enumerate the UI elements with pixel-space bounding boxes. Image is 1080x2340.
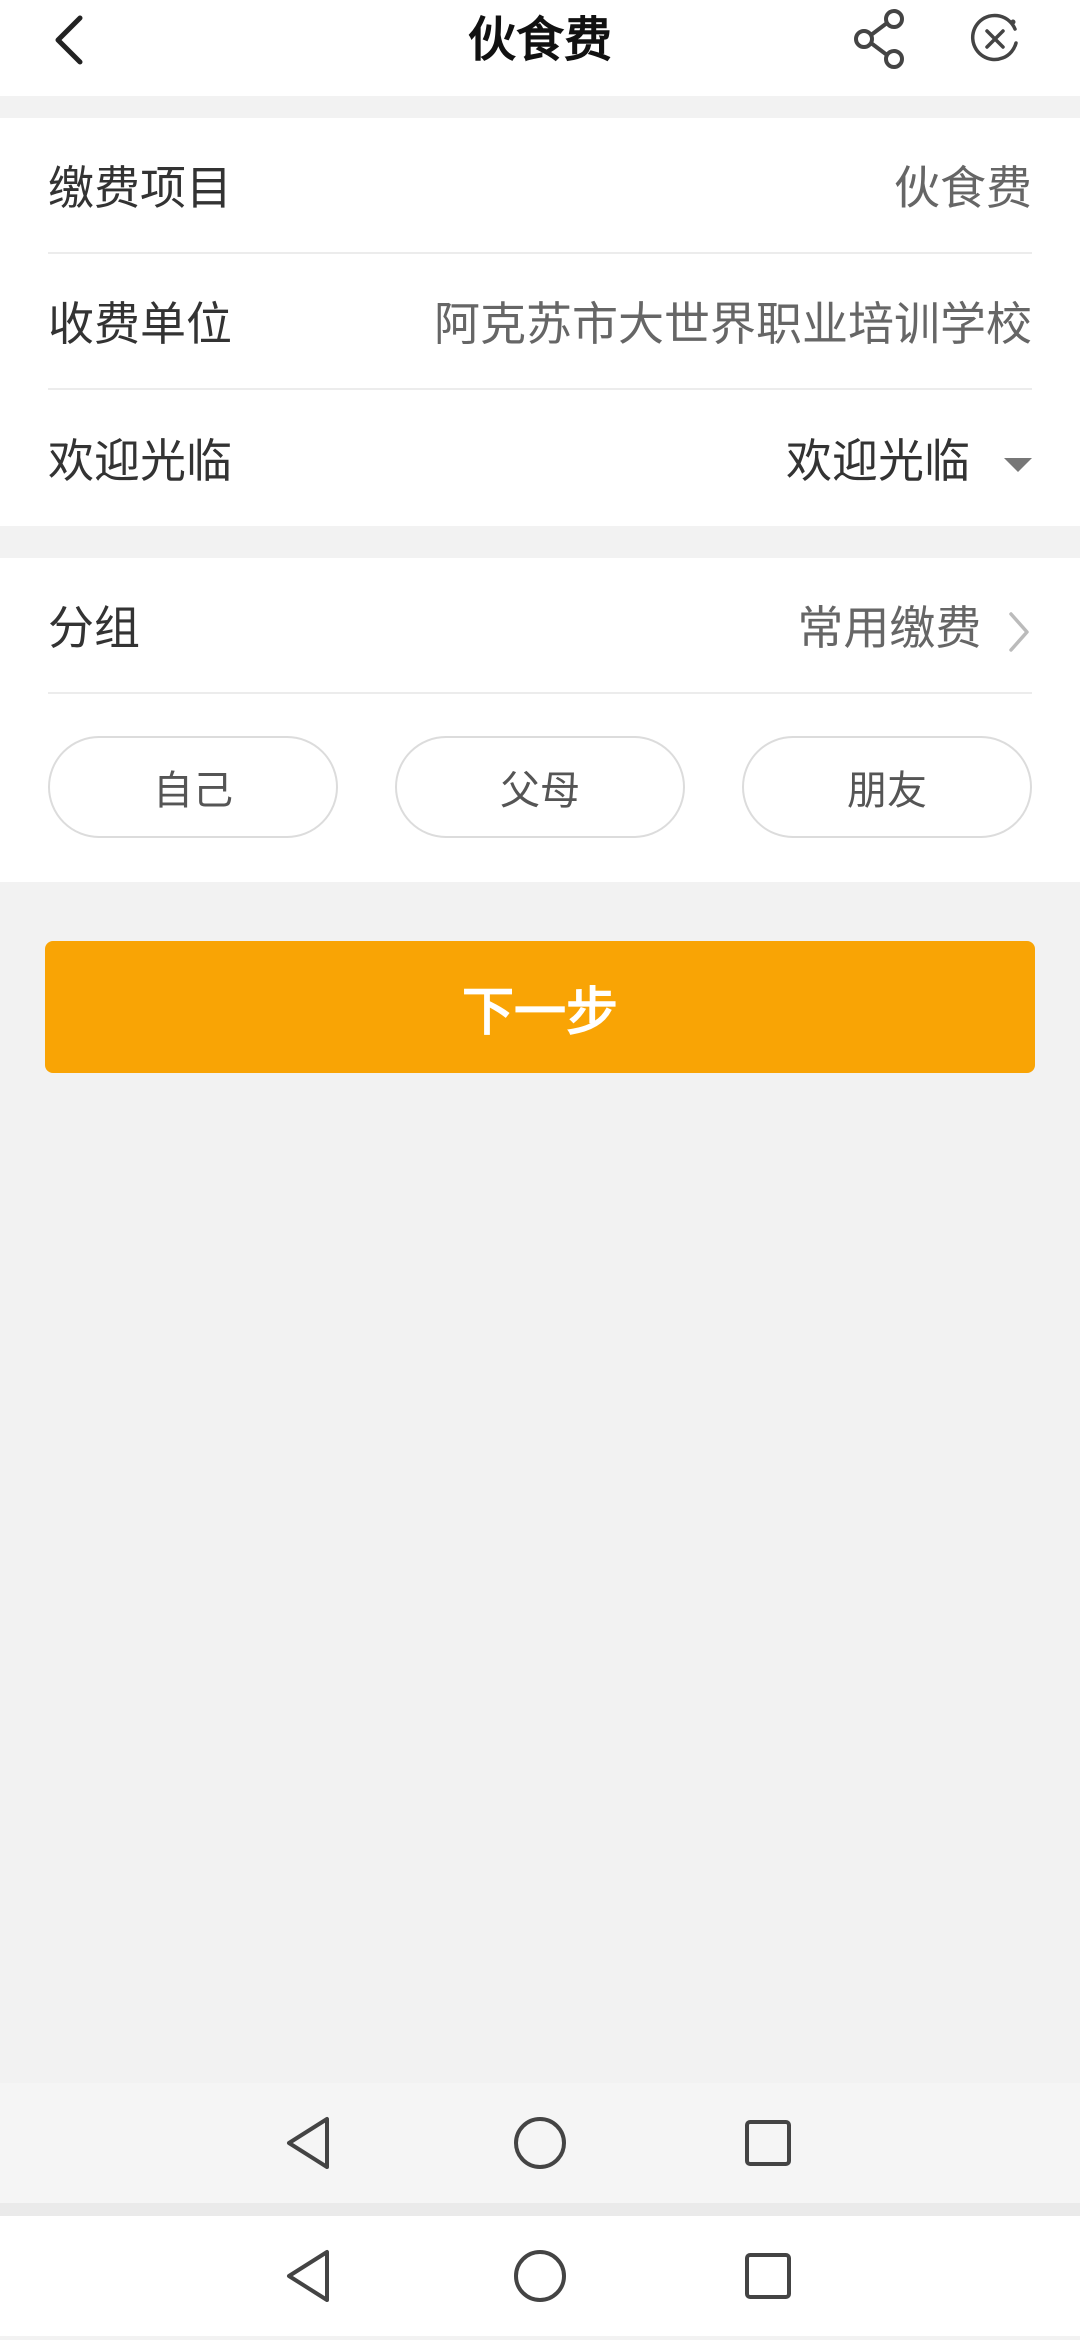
nav-recents-icon xyxy=(745,2253,791,2299)
payment-item-value: 伙食费 xyxy=(894,161,1032,215)
nav-back-icon xyxy=(287,2117,329,2169)
chip-parents[interactable]: 父母 xyxy=(395,736,685,838)
chevron-right-icon xyxy=(1009,611,1029,652)
group-card: 分组 常用缴费 自己 父母 朋友 xyxy=(0,558,1080,882)
nav-back-button[interactable] xyxy=(268,2236,348,2316)
close-circle-icon xyxy=(971,13,1018,62)
payee-value: 阿克苏市大世界职业培训学校 xyxy=(434,297,1032,351)
payment-item-label: 缴费项目 xyxy=(48,161,232,215)
next-step-button[interactable]: 下一步 xyxy=(45,941,1035,1073)
nav-home-icon xyxy=(514,2250,566,2302)
share-button[interactable] xyxy=(845,4,915,74)
payment-item-row: 缴费项目 伙食费 xyxy=(48,118,1032,254)
nav-home-icon xyxy=(514,2117,566,2169)
nav-home-button[interactable] xyxy=(500,2236,580,2316)
welcome-label: 欢迎光临 xyxy=(48,434,232,488)
welcome-select-value: 欢迎光临 xyxy=(786,434,970,488)
payee-row: 收费单位 阿克苏市大世界职业培训学校 xyxy=(48,254,1032,390)
welcome-select-row[interactable]: 欢迎光临 欢迎光临 xyxy=(48,390,1032,526)
share-icon xyxy=(854,9,904,69)
nav-recents-button[interactable] xyxy=(728,2103,808,2183)
group-row[interactable]: 分组 常用缴费 xyxy=(48,558,1032,694)
welcome-select[interactable]: 欢迎光临 xyxy=(786,425,1032,491)
nav-recents-icon xyxy=(745,2120,791,2166)
system-nav-bar xyxy=(0,2083,1080,2203)
group-value-link[interactable]: 常用缴费 xyxy=(797,592,1032,658)
close-button[interactable] xyxy=(960,4,1030,74)
dropdown-caret-icon xyxy=(1004,457,1032,472)
chip-self[interactable]: 自己 xyxy=(48,736,338,838)
nav-back-icon xyxy=(287,2250,329,2302)
divider xyxy=(0,2203,1080,2216)
page-title: 伙食费 xyxy=(467,12,612,68)
group-label: 分组 xyxy=(48,601,140,655)
nav-recents-button[interactable] xyxy=(728,2236,808,2316)
app-header: 伙食费 xyxy=(0,0,1080,96)
payment-details-card: 缴费项目 伙食费 收费单位 阿克苏市大世界职业培训学校 欢迎光临 欢迎光临 xyxy=(0,118,1080,526)
chip-friends[interactable]: 朋友 xyxy=(742,736,1032,838)
group-chips: 自己 父母 朋友 xyxy=(48,736,1032,838)
system-nav-bar-secondary xyxy=(0,2216,1080,2336)
payee-label: 收费单位 xyxy=(48,297,232,351)
nav-home-button[interactable] xyxy=(500,2103,580,2183)
group-value: 常用缴费 xyxy=(797,601,982,655)
nav-back-button[interactable] xyxy=(268,2103,348,2183)
